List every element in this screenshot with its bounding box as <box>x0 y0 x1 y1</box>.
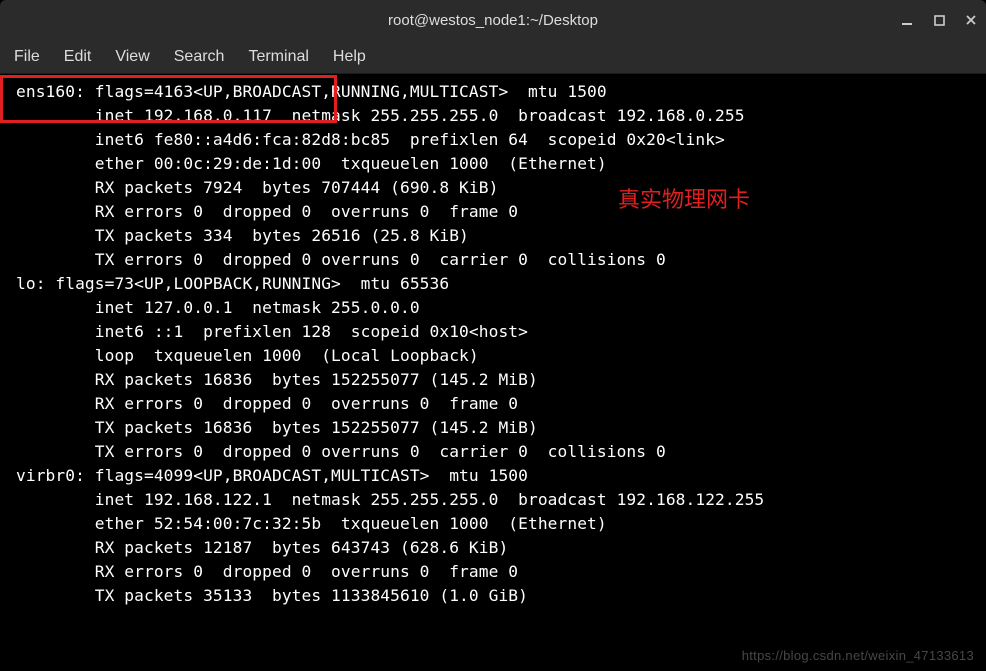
terminal-line: inet 192.168.122.1 netmask 255.255.255.0… <box>16 488 970 512</box>
terminal-line: RX packets 12187 bytes 643743 (628.6 KiB… <box>16 536 970 560</box>
terminal-line: ether 52:54:00:7c:32:5b txqueuelen 1000 … <box>16 512 970 536</box>
terminal-line: TX packets 16836 bytes 152255077 (145.2 … <box>16 416 970 440</box>
menubar: File Edit View Search Terminal Help <box>0 40 986 74</box>
terminal-line: RX errors 0 dropped 0 overruns 0 frame 0 <box>16 200 970 224</box>
menu-view[interactable]: View <box>115 48 149 66</box>
window-title: root@westos_node1:~/Desktop <box>388 12 598 29</box>
menu-search[interactable]: Search <box>174 48 225 66</box>
terminal-line: loop txqueuelen 1000 (Local Loopback) <box>16 344 970 368</box>
menu-help[interactable]: Help <box>333 48 366 66</box>
window-controls <box>900 0 978 40</box>
window-titlebar: root@westos_node1:~/Desktop <box>0 0 986 40</box>
terminal-line: RX packets 16836 bytes 152255077 (145.2 … <box>16 368 970 392</box>
terminal-line: virbr0: flags=4099<UP,BROADCAST,MULTICAS… <box>16 464 970 488</box>
terminal-line: TX packets 35133 bytes 1133845610 (1.0 G… <box>16 584 970 608</box>
watermark-text: https://blog.csdn.net/weixin_47133613 <box>742 648 974 663</box>
terminal-line: inet 192.168.0.117 netmask 255.255.255.0… <box>16 104 970 128</box>
terminal-line: TX errors 0 dropped 0 overruns 0 carrier… <box>16 248 970 272</box>
close-button[interactable] <box>964 13 978 27</box>
menu-edit[interactable]: Edit <box>64 48 92 66</box>
terminal-line: RX errors 0 dropped 0 overruns 0 frame 0 <box>16 392 970 416</box>
terminal-output[interactable]: ens160: flags=4163<UP,BROADCAST,RUNNING,… <box>0 74 986 671</box>
terminal-line: inet6 fe80::a4d6:fca:82d8:bc85 prefixlen… <box>16 128 970 152</box>
terminal-line: RX packets 7924 bytes 707444 (690.8 KiB) <box>16 176 970 200</box>
menu-file[interactable]: File <box>14 48 40 66</box>
terminal-line: inet 127.0.0.1 netmask 255.0.0.0 <box>16 296 970 320</box>
terminal-line: inet6 ::1 prefixlen 128 scopeid 0x10<hos… <box>16 320 970 344</box>
menu-terminal[interactable]: Terminal <box>248 48 308 66</box>
terminal-line: TX packets 334 bytes 26516 (25.8 KiB) <box>16 224 970 248</box>
annotation-label: 真实物理网卡 <box>618 182 750 214</box>
terminal-line: TX errors 0 dropped 0 overruns 0 carrier… <box>16 440 970 464</box>
terminal-line: ens160: flags=4163<UP,BROADCAST,RUNNING,… <box>16 80 970 104</box>
minimize-button[interactable] <box>900 13 914 27</box>
terminal-line: lo: flags=73<UP,LOOPBACK,RUNNING> mtu 65… <box>16 272 970 296</box>
maximize-button[interactable] <box>932 13 946 27</box>
terminal-line: ether 00:0c:29:de:1d:00 txqueuelen 1000 … <box>16 152 970 176</box>
terminal-line: RX errors 0 dropped 0 overruns 0 frame 0 <box>16 560 970 584</box>
